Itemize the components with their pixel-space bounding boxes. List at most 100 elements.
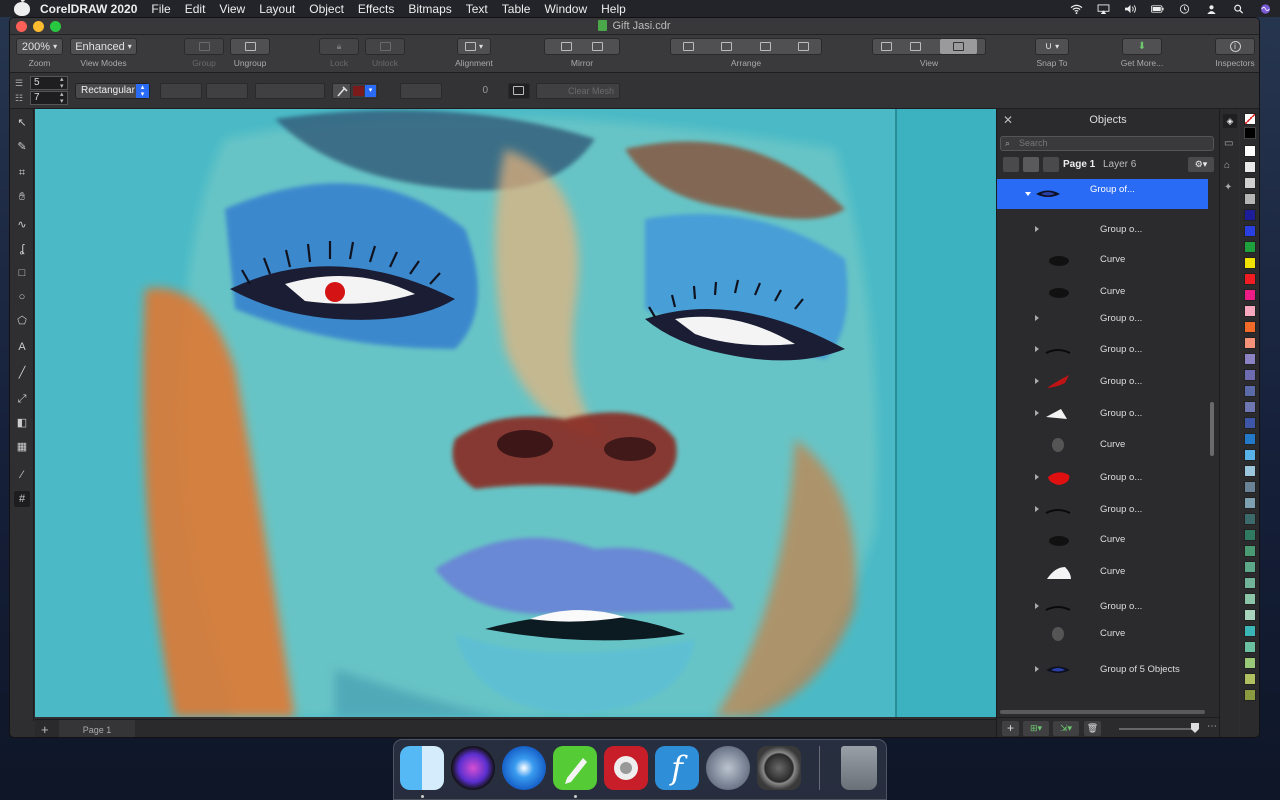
expand-arrow-icon[interactable] (1035, 603, 1039, 609)
mirror-vertical-icon[interactable] (592, 42, 603, 51)
ellipse-tool-icon[interactable]: ○ (14, 289, 30, 305)
text-tool-icon[interactable]: A (14, 339, 30, 355)
crop-tool-icon[interactable]: ⌗ (14, 165, 30, 181)
clock-icon[interactable] (1178, 3, 1191, 14)
zoom-dropdown[interactable]: 200% ▾ (16, 38, 63, 55)
opacity-field[interactable]: 0 (450, 83, 500, 99)
object-row-selected[interactable]: Group of... (997, 179, 1208, 209)
color-swatch[interactable] (1244, 273, 1256, 285)
color-swatch[interactable] (1244, 177, 1256, 189)
slider-thumb[interactable] (1191, 723, 1199, 733)
object-row[interactable]: Curve (997, 557, 1208, 587)
layers-stack-icon[interactable]: ◈ (1223, 114, 1237, 128)
airplay-icon[interactable] (1097, 3, 1110, 14)
object-row[interactable]: Group o... (997, 367, 1208, 397)
color-swatch[interactable] (1244, 625, 1256, 637)
to-front-icon[interactable] (683, 42, 695, 51)
color-swatch[interactable] (1244, 577, 1256, 589)
object-row[interactable]: Curve (997, 277, 1208, 307)
close-icon[interactable]: ✕ (1003, 109, 1013, 131)
layers-icon[interactable] (1023, 157, 1039, 172)
new-master-layer-icon[interactable]: ⊞▾ (1023, 721, 1049, 736)
color-swatch[interactable] (1244, 145, 1256, 157)
app-menu[interactable]: CorelDRAW 2020 (40, 2, 137, 16)
pick-tool-icon[interactable]: ↖ (14, 115, 30, 131)
thumbnail-size-slider[interactable] (1119, 728, 1197, 730)
menu-object[interactable]: Object (309, 2, 344, 16)
document-view-icon[interactable] (1043, 157, 1059, 172)
object-row[interactable]: Curve (997, 245, 1208, 275)
shape-tool-icon[interactable]: ✎ (14, 139, 30, 155)
group-button[interactable] (184, 38, 224, 55)
menu-window[interactable]: Window (544, 2, 587, 16)
photo-booth-icon[interactable] (604, 746, 648, 790)
color-swatch[interactable] (1244, 161, 1256, 173)
color-swatch[interactable] (1244, 305, 1256, 317)
color-swatch[interactable] (1244, 449, 1256, 461)
move-to-layer-icon[interactable]: ⇲▾ (1053, 721, 1079, 736)
color-swatch[interactable] (1244, 465, 1256, 477)
color-swatch[interactable] (1244, 289, 1256, 301)
mirror-buttons[interactable] (544, 38, 620, 55)
font-app-icon[interactable]: f (655, 746, 699, 790)
safari-icon[interactable] (502, 746, 546, 790)
color-swatch[interactable] (1244, 673, 1256, 685)
expand-arrow-icon[interactable] (1035, 346, 1039, 352)
eyedropper-button[interactable] (332, 83, 352, 99)
color-swatch[interactable] (1244, 497, 1256, 509)
objects-scrollbar[interactable] (1210, 402, 1214, 456)
forward-one-icon[interactable] (721, 42, 733, 51)
color-swatch[interactable] (1244, 401, 1256, 413)
objects-search-input[interactable]: ⌕ Search (1000, 136, 1214, 151)
object-row[interactable]: Group of 5 Objects (997, 655, 1208, 685)
to-back-icon[interactable] (797, 42, 809, 51)
object-row[interactable]: Group o... (997, 592, 1208, 622)
comments-icon[interactable]: ▭ (1224, 138, 1233, 149)
expand-arrow-icon[interactable] (1035, 378, 1039, 384)
color-swatch[interactable] (1244, 641, 1256, 653)
menu-table[interactable]: Table (502, 2, 531, 16)
hints-icon[interactable]: ✦ (1224, 182, 1232, 193)
apple-menu-icon[interactable] (14, 1, 30, 16)
color-swatch[interactable] (1244, 657, 1256, 669)
color-swatch[interactable] (1244, 417, 1256, 429)
transparency-tool-icon[interactable]: ▦ (14, 439, 30, 455)
back-one-icon[interactable] (759, 42, 771, 51)
color-swatch[interactable] (1244, 561, 1256, 573)
lock-button[interactable]: 🔒︎ (319, 38, 359, 55)
menu-file[interactable]: File (151, 2, 170, 16)
freehand-tool-icon[interactable]: ∿ (14, 217, 30, 233)
pan-tool-icon[interactable]: ✋︎ (14, 189, 30, 205)
color-swatch[interactable] (1244, 193, 1256, 205)
polygon-tool-icon[interactable]: ⬠ (14, 313, 30, 329)
color-swatch[interactable] (1244, 529, 1256, 541)
view-grid-icon[interactable] (910, 42, 922, 51)
page-tab[interactable]: Page 1 (59, 720, 135, 737)
color-swatch[interactable] (1244, 209, 1256, 221)
object-row[interactable]: Group o... (997, 495, 1208, 525)
view-guidelines-active[interactable] (940, 39, 978, 54)
color-swatch[interactable] (1244, 337, 1256, 349)
menu-layout[interactable]: Layout (259, 2, 295, 16)
rows-stepper[interactable]: ▴ ▾ (60, 76, 64, 90)
object-row[interactable]: Group o... (997, 399, 1208, 429)
smooth-mesh-button[interactable] (508, 83, 530, 99)
object-row[interactable]: Group o... (997, 463, 1208, 493)
wifi-icon[interactable] (1070, 4, 1083, 14)
segment-type-buttons[interactable] (206, 83, 248, 99)
drawing-canvas[interactable] (35, 109, 996, 717)
color-swatch[interactable] (1244, 369, 1256, 381)
expand-arrow-icon[interactable] (1035, 474, 1039, 480)
object-row[interactable]: Curve (997, 430, 1208, 460)
color-swatch[interactable] (1244, 545, 1256, 557)
shadow-tool-icon[interactable]: ◧ (14, 415, 30, 431)
add-page-button[interactable]: + (41, 722, 49, 737)
eyedropper-tool-icon[interactable]: ⁄ (14, 467, 30, 483)
view-modes-dropdown[interactable]: Enhanced ▾ (70, 38, 137, 55)
object-row[interactable]: Curve (997, 619, 1208, 649)
finder-icon[interactable] (400, 746, 444, 790)
page-icon[interactable] (1003, 157, 1019, 172)
alignment-dropdown[interactable]: ▾ (457, 38, 491, 55)
objects-hscrollbar[interactable] (1000, 710, 1205, 714)
coreldraw-icon[interactable] (553, 746, 597, 790)
